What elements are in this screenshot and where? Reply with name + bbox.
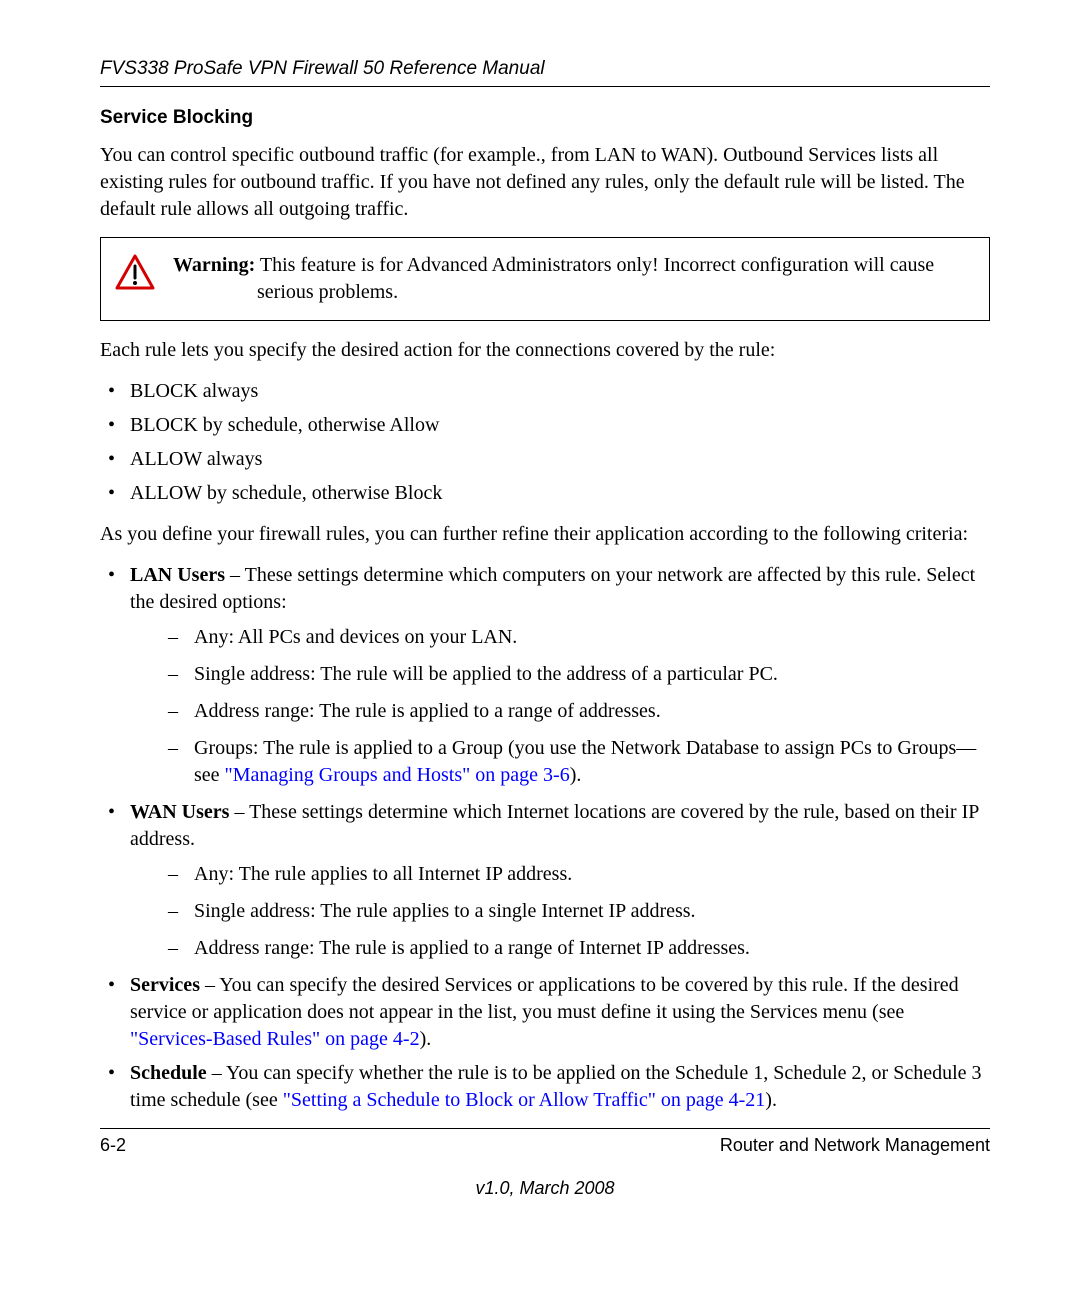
page-container: FVS338 ProSafe VPN Firewall 50 Reference… (0, 0, 1080, 1230)
lan-sublist: Any: All PCs and devices on your LAN. Si… (130, 624, 990, 789)
list-item: Groups: The rule is applied to a Group (… (160, 735, 990, 789)
lan-label: LAN Users (130, 564, 225, 586)
list-item: BLOCK always (100, 378, 990, 405)
list-item: ALLOW always (100, 446, 990, 473)
list-item: Single address: The rule applies to a si… (160, 898, 990, 925)
link-services-rules[interactable]: "Services-Based Rules" on page 4-2 (130, 1028, 420, 1050)
intro-paragraph: You can control specific outbound traffi… (100, 142, 990, 223)
groups-suffix: ). (570, 764, 582, 786)
list-item: Single address: The rule will be applied… (160, 661, 990, 688)
list-item: Address range: The rule is applied to a … (160, 698, 990, 725)
criteria-services: Services – You can specify the desired S… (100, 972, 990, 1053)
header-rule (100, 86, 990, 87)
services-label: Services (130, 974, 200, 996)
services-suffix: ). (420, 1028, 432, 1050)
wan-text: – These settings determine which Interne… (130, 801, 979, 850)
link-schedule[interactable]: "Setting a Schedule to Block or Allow Tr… (283, 1089, 766, 1111)
wan-label: WAN Users (130, 801, 229, 823)
list-item: BLOCK by schedule, otherwise Allow (100, 412, 990, 439)
list-item: Any: The rule applies to all Internet IP… (160, 861, 990, 888)
criteria-list: LAN Users – These settings determine whi… (100, 562, 990, 1114)
lan-text: – These settings determine which compute… (130, 564, 975, 613)
criteria-wan-users: WAN Users – These settings determine whi… (100, 799, 990, 962)
schedule-suffix: ). (765, 1089, 777, 1111)
running-head: FVS338 ProSafe VPN Firewall 50 Reference… (100, 56, 990, 82)
criteria-schedule: Schedule – You can specify whether the r… (100, 1060, 990, 1114)
page-number: 6-2 (100, 1133, 126, 1157)
refine-intro: As you define your firewall rules, you c… (100, 521, 990, 548)
section-title: Service Blocking (100, 105, 990, 131)
schedule-label: Schedule (130, 1062, 207, 1084)
footer-rule (100, 1128, 990, 1129)
warning-label: Warning: (173, 254, 255, 276)
warning-triangle-icon (115, 254, 155, 290)
list-item: Any: All PCs and devices on your LAN. (160, 624, 990, 651)
chapter-name: Router and Network Management (720, 1133, 990, 1157)
link-managing-groups[interactable]: "Managing Groups and Hosts" on page 3-6 (225, 764, 570, 786)
criteria-lan-users: LAN Users – These settings determine whi… (100, 562, 990, 789)
services-prefix: – You can specify the desired Services o… (130, 974, 959, 1023)
warning-box: Warning: This feature is for Advanced Ad… (100, 237, 990, 321)
warning-text: Warning: This feature is for Advanced Ad… (173, 252, 973, 306)
list-item: Address range: The rule is applied to a … (160, 935, 990, 962)
rules-intro: Each rule lets you specify the desired a… (100, 337, 990, 364)
version-line: v1.0, March 2008 (100, 1176, 990, 1200)
rule-actions-list: BLOCK always BLOCK by schedule, otherwis… (100, 378, 990, 507)
list-item: ALLOW by schedule, otherwise Block (100, 480, 990, 507)
page-footer: 6-2 Router and Network Management (100, 1133, 990, 1157)
wan-sublist: Any: The rule applies to all Internet IP… (130, 861, 990, 962)
warning-body: This feature is for Advanced Administrat… (257, 254, 934, 303)
